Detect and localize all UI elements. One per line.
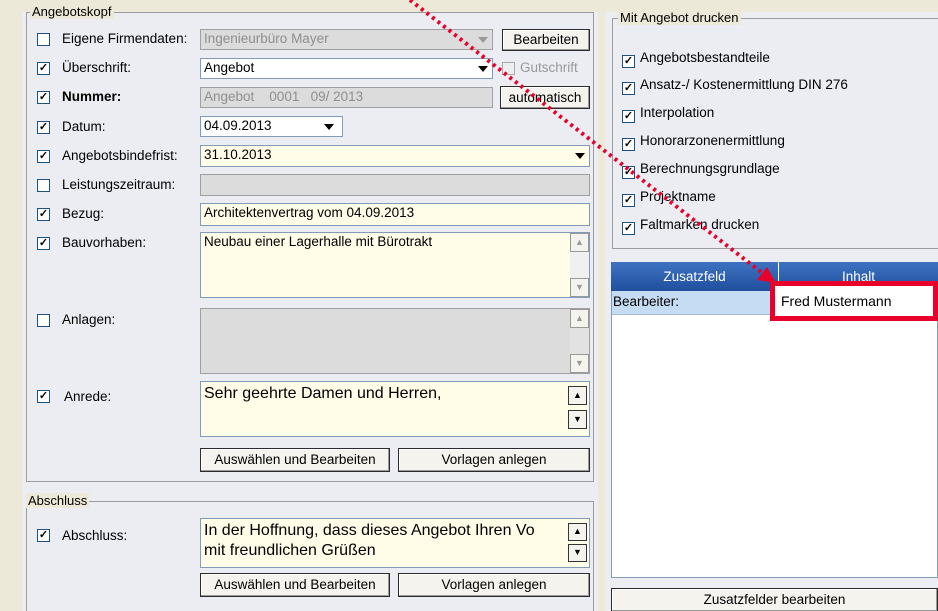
bezug-input[interactable]: Architektenvertrag vom 04.09.2013: [200, 203, 590, 226]
bauvorhaben-textarea[interactable]: Neubau einer Lagerhalle mit Bürotrakt ▲ …: [200, 232, 590, 298]
abschluss-line-2: mit freundlichen Grüßen: [204, 542, 376, 559]
label-gutschrift: Gutschrift: [520, 60, 578, 75]
firmendaten-combo[interactable]: Ingenieurbüro Mayer: [200, 29, 493, 50]
chevron-down-icon: [478, 37, 488, 43]
checkbox-datum[interactable]: ✓: [37, 121, 50, 134]
label-bezug: Bezug:: [62, 206, 105, 221]
mit-angebot-drucken-title: Mit Angebot drucken: [618, 10, 741, 25]
datum-picker[interactable]: 04.09.2013: [200, 116, 343, 137]
bearbeiten-button[interactable]: Bearbeiten: [502, 29, 590, 51]
checkbox-anlagen[interactable]: [37, 314, 50, 327]
label-ueberschrift: Überschrift:: [62, 60, 132, 75]
label-firmendaten: Eigene Firmendaten:: [62, 31, 188, 46]
abschluss-auswaehlen-button[interactable]: Auswählen und Bearbeiten: [200, 573, 390, 597]
chevron-down-icon: [478, 66, 488, 72]
scrollbar[interactable]: ▲ ▼: [570, 233, 589, 297]
print-option-label: Honorarzonenermittlung: [640, 133, 785, 148]
print-option-label: Projektname: [640, 189, 716, 204]
scrollbar[interactable]: ▲ ▼: [568, 521, 587, 565]
scrollbar: ▲ ▼: [570, 309, 589, 373]
angebotskopf-title: Angebotskopf: [30, 4, 114, 19]
checkbox-icon[interactable]: ✓: [622, 222, 635, 235]
anrede-value: Sehr geehrte Damen und Herren,: [204, 385, 442, 402]
checkbox-bezug[interactable]: ✓: [37, 208, 50, 221]
label-anlagen: Anlagen:: [62, 312, 116, 327]
abschluss-vorlagen-button[interactable]: Vorlagen anlegen: [398, 573, 590, 597]
label-bauvorhaben: Bauvorhaben:: [62, 235, 147, 250]
print-option-berechnungsgrundlage[interactable]: ✓ Berechnungsgrundlage: [622, 161, 780, 179]
print-option-label: Angebotsbestandteile: [640, 50, 770, 65]
print-option-interpolation[interactable]: ✓ Interpolation: [622, 105, 715, 123]
auswaehlen-bearbeiten-button[interactable]: Auswählen und Bearbeiten: [200, 448, 390, 472]
label-anrede: Anrede:: [64, 389, 112, 404]
grid-header-zusatzfeld[interactable]: Zusatzfeld: [611, 262, 779, 291]
print-option-kostenermittlung[interactable]: ✓ Ansatz-/ Kostenermittlung DIN 276: [622, 77, 848, 95]
chevron-down-icon: [575, 153, 585, 159]
label-datum: Datum:: [62, 119, 106, 134]
checkbox-gutschrift[interactable]: [502, 62, 515, 75]
anlagen-textarea: ▲ ▼: [200, 308, 590, 374]
print-option-honorarzonen[interactable]: ✓ Honorarzonenermittlung: [622, 133, 785, 151]
checkbox-anrede[interactable]: ✓: [37, 390, 50, 403]
bauvorhaben-value: Neubau einer Lagerhalle mit Bürotrakt: [204, 234, 433, 249]
print-option-projektname[interactable]: ✓ Projektname: [622, 189, 716, 207]
print-option-faltmarken[interactable]: ✓ Faltmarken drucken: [622, 217, 760, 235]
checkbox-leistungszeitraum[interactable]: [37, 179, 50, 192]
scroll-down-icon[interactable]: ▼: [568, 410, 587, 429]
zusatzfelder-bearbeiten-button[interactable]: Zusatzfelder bearbeiten: [611, 588, 938, 611]
checkbox-icon[interactable]: ✓: [622, 194, 635, 207]
abschluss-line-1: In der Hoffnung, dass dieses Angebot Ihr…: [204, 522, 535, 539]
label-leistungszeitraum: Leistungszeitraum:: [62, 177, 176, 192]
print-option-label: Faltmarken drucken: [640, 217, 760, 232]
checkbox-bindefrist[interactable]: ✓: [37, 150, 50, 163]
label-abschluss: Abschluss:: [62, 528, 128, 543]
checkbox-nummer[interactable]: ✓: [37, 91, 50, 104]
grid-cell-value[interactable]: Fred Mustermann: [781, 293, 891, 309]
ueberschrift-value: Angebot: [204, 60, 255, 75]
scroll-up-icon: ▲: [570, 309, 589, 328]
checkbox-bauvorhaben[interactable]: ✓: [37, 237, 50, 250]
anrede-textarea[interactable]: Sehr geehrte Damen und Herren, ▲ ▼: [200, 381, 590, 437]
scroll-down-icon[interactable]: ▼: [570, 278, 589, 297]
scrollbar[interactable]: ▲ ▼: [568, 384, 587, 434]
label-nummer: Nummer:: [62, 89, 122, 104]
bindefrist-combo[interactable]: 31.10.2013: [200, 145, 590, 167]
firmendaten-value: Ingenieurbüro Mayer: [204, 31, 329, 46]
datum-value: 04.09.2013: [204, 118, 272, 133]
checkbox-icon[interactable]: ✓: [622, 166, 635, 179]
checkbox-icon[interactable]: ✓: [622, 138, 635, 151]
checkbox-icon[interactable]: ✓: [622, 55, 635, 68]
print-option-label: Berechnungsgrundlage: [640, 161, 780, 176]
automatisch-button[interactable]: automatisch: [500, 86, 590, 109]
print-option-label: Ansatz-/ Kostenermittlung DIN 276: [640, 77, 848, 92]
bindefrist-value: 31.10.2013: [204, 147, 272, 162]
abschluss-textarea[interactable]: In der Hoffnung, dass dieses Angebot Ihr…: [200, 518, 590, 568]
scroll-down-icon: ▼: [570, 354, 589, 373]
leistungszeitraum-field: [200, 174, 590, 196]
scroll-up-icon[interactable]: ▲: [568, 386, 587, 405]
checkbox-icon[interactable]: ✓: [622, 110, 635, 123]
scroll-down-icon[interactable]: ▼: [568, 544, 587, 562]
checkbox-icon[interactable]: ✓: [622, 82, 635, 95]
checkbox-firmendaten[interactable]: [37, 33, 50, 46]
abschluss-title: Abschluss: [26, 493, 90, 508]
scroll-up-icon[interactable]: ▲: [568, 523, 587, 541]
vorlagen-anlegen-button[interactable]: Vorlagen anlegen: [398, 448, 590, 472]
highlight-box[interactable]: Fred Mustermann: [770, 281, 938, 321]
checkbox-ueberschrift[interactable]: ✓: [37, 62, 50, 75]
grid-cell-field: Bearbeiter:: [613, 294, 680, 309]
label-bindefrist: Angebotsbindefrist:: [62, 148, 178, 163]
scroll-up-icon[interactable]: ▲: [570, 233, 589, 252]
chevron-down-icon: [324, 124, 334, 130]
print-option-angebotsbestandteile[interactable]: ✓ Angebotsbestandteile: [622, 50, 770, 68]
print-option-label: Interpolation: [640, 105, 715, 120]
nummer-field: Angebot 0001 09/ 2013: [200, 87, 493, 108]
checkbox-abschluss[interactable]: ✓: [37, 529, 50, 542]
ueberschrift-combo[interactable]: Angebot: [200, 58, 493, 79]
